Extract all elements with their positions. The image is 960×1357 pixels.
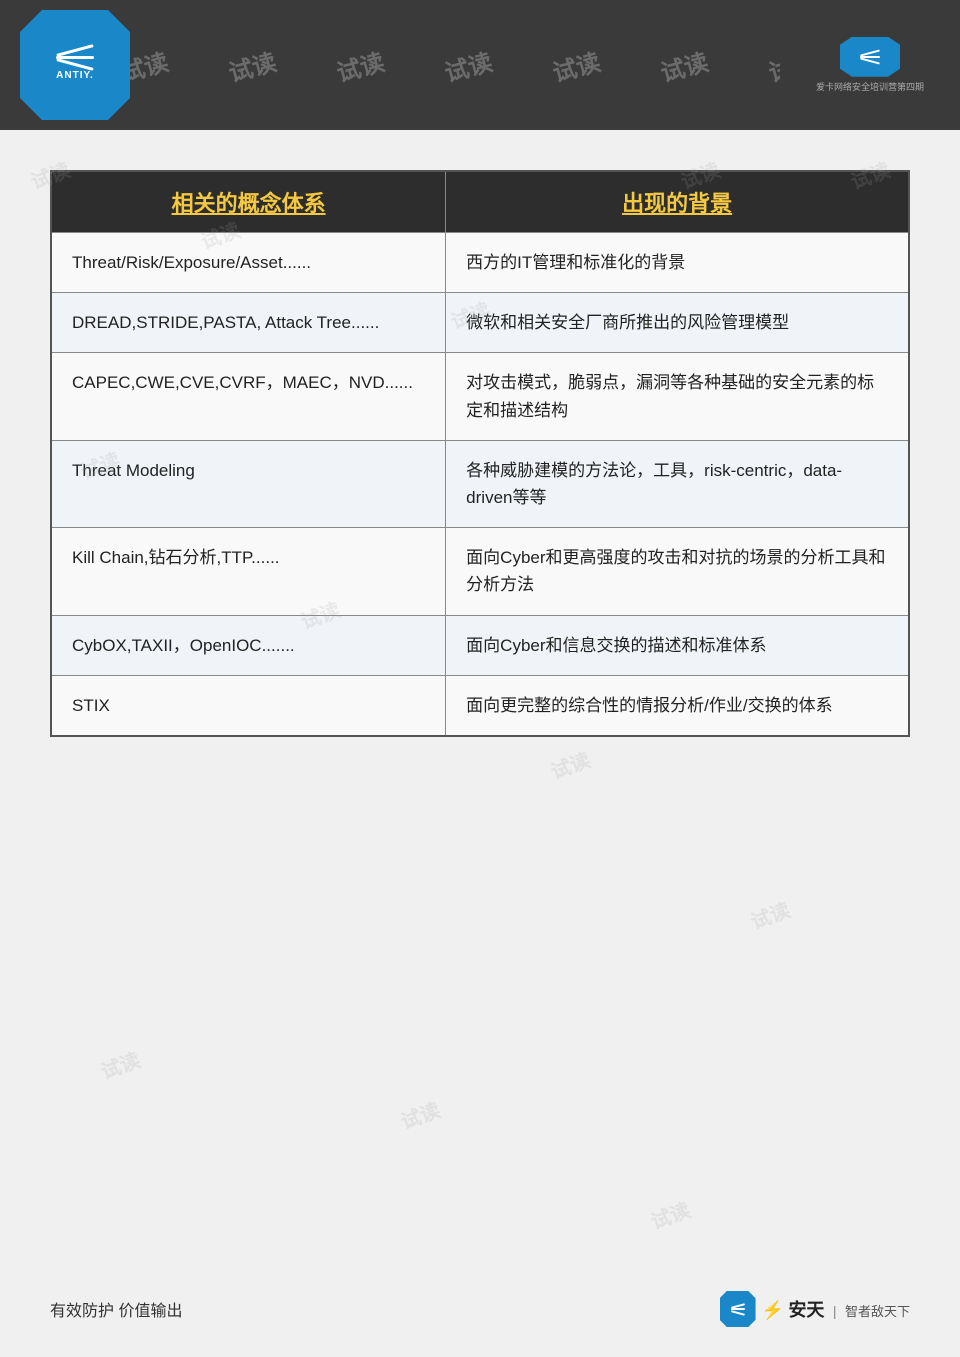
page-wm-10: 试读	[96, 1044, 144, 1085]
table-cell-right-1: 微软和相关安全厂商所推出的风险管理模型	[446, 293, 909, 353]
table-header-row: 相关的概念体系 出现的背景	[51, 171, 909, 233]
header: ANTIY. 试读 试读 试读 试读 试读 试读 试读 爱卡网络安全培训营第四期	[0, 0, 960, 130]
table-cell-right-5: 面向Cyber和信息交换的描述和标准体系	[446, 615, 909, 675]
col1-header: 相关的概念体系	[51, 171, 446, 233]
table-cell-left-0: Threat/Risk/Exposure/Asset......	[51, 233, 446, 293]
table-cell-right-0: 西方的IT管理和标准化的背景	[446, 233, 909, 293]
logo-line-1	[56, 44, 93, 57]
table-cell-left-6: STIX	[51, 675, 446, 736]
page-wm-11: 试读	[396, 1094, 444, 1135]
table-cell-left-4: Kill Chain,钻石分析,TTP......	[51, 528, 446, 615]
footer-logo: ⚡ 安天 | 智者敌天下	[720, 1291, 910, 1327]
table-row: CAPEC,CWE,CVE,CVRF，MAEC，NVD......对攻击模式，脆…	[51, 353, 909, 440]
page-wm-12: 试读	[646, 1194, 694, 1235]
col2-header: 出现的背景	[446, 171, 909, 233]
table-cell-right-2: 对攻击模式，脆弱点，漏洞等各种基础的安全元素的标定和描述结构	[446, 353, 909, 440]
table-row: Threat/Risk/Exposure/Asset......西方的IT管理和…	[51, 233, 909, 293]
table-cell-left-2: CAPEC,CWE,CVE,CVRF，MAEC，NVD......	[51, 353, 446, 440]
table-cell-left-3: Threat Modeling	[51, 440, 446, 527]
table-row: CybOX,TAXII，OpenIOC.......面向Cyber和信息交换的描…	[51, 615, 909, 675]
corner-text-line1: 爱卡网络安全培训营第四期	[816, 81, 924, 94]
header-wm-3: 试读	[332, 42, 387, 88]
footer-logo-icon	[720, 1291, 756, 1327]
footer-logo-icon-line-3	[731, 1310, 745, 1315]
table-cell-right-6: 面向更完整的综合性的情报分析/作业/交换的体系	[446, 675, 909, 736]
table-cell-right-4: 面向Cyber和更高强度的攻击和对抗的场景的分析工具和分析方法	[446, 528, 909, 615]
header-watermarks: 试读 试读 试读 试读 试读 试读 试读	[120, 0, 780, 130]
concept-table: 相关的概念体系 出现的背景 Threat/Risk/Exposure/Asset…	[50, 170, 910, 737]
table-row: DREAD,STRIDE,PASTA, Attack Tree......微软和…	[51, 293, 909, 353]
table-cell-left-5: CybOX,TAXII，OpenIOC.......	[51, 615, 446, 675]
table-row: Kill Chain,钻石分析,TTP......面向Cyber和更高强度的攻击…	[51, 528, 909, 615]
footer-brand-text: 安天	[788, 1300, 824, 1320]
footer-logo-icon-lines	[731, 1305, 745, 1314]
footer-slogan-text: 智者敌天下	[845, 1304, 910, 1319]
footer: 有效防护 价值输出 ⚡ 安天 | 智者敌天下	[0, 1291, 960, 1327]
main-content: 相关的概念体系 出现的背景 Threat/Risk/Exposure/Asset…	[0, 130, 960, 777]
table-row: Threat Modeling各种威胁建模的方法论，工具，risk-centri…	[51, 440, 909, 527]
footer-logo-icon-line-2	[731, 1308, 745, 1310]
header-wm-5: 试读	[548, 42, 603, 88]
logo-text: ANTIY.	[56, 70, 94, 81]
logo: ANTIY.	[20, 10, 130, 120]
corner-logo-text: 爱卡网络安全培训营第四期	[816, 81, 924, 94]
corner-logo-lines	[860, 52, 880, 62]
header-wm-7: 试读	[764, 42, 780, 88]
footer-logo-brand-area: ⚡ 安天 | 智者敌天下	[762, 1296, 910, 1322]
logo-lines	[56, 49, 94, 66]
header-wm-6: 试读	[656, 42, 711, 88]
table-cell-right-3: 各种威胁建模的方法论，工具，risk-centric，data-driven等等	[446, 440, 909, 527]
corner-logo-icon	[840, 37, 900, 77]
footer-separator: |	[833, 1303, 837, 1319]
corner-logo: 爱卡网络安全培训营第四期	[800, 20, 940, 110]
header-wm-2: 试读	[224, 42, 279, 88]
footer-tagline: 有效防护 价值输出	[50, 1297, 182, 1321]
table-row: STIX面向更完整的综合性的情报分析/作业/交换的体系	[51, 675, 909, 736]
lightning-icon: ⚡	[762, 1300, 784, 1320]
table-cell-left-1: DREAD,STRIDE,PASTA, Attack Tree......	[51, 293, 446, 353]
header-wm-4: 试读	[440, 42, 495, 88]
page-wm-9: 试读	[746, 894, 794, 935]
corner-logo-line-3	[860, 57, 880, 64]
logo-line-3	[56, 58, 93, 71]
